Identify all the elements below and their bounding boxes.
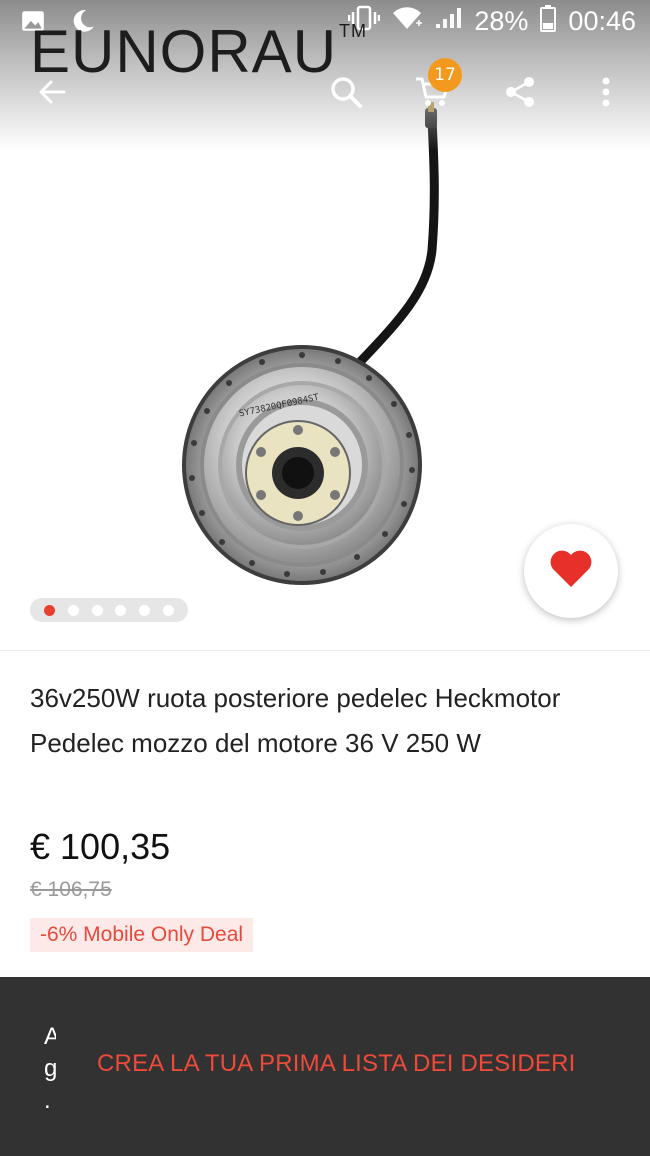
gallery-dot[interactable] [44, 604, 56, 616]
clock: 00:46 [568, 6, 636, 36]
gallery-dot[interactable] [67, 604, 79, 616]
share-button[interactable] [496, 70, 544, 118]
signal-icon [434, 6, 462, 37]
search-button[interactable] [322, 70, 370, 118]
back-button[interactable] [28, 70, 76, 118]
gallery-dot[interactable] [115, 604, 127, 616]
gallery-page-indicator [30, 598, 188, 622]
cart-count-badge: 17 [428, 58, 462, 92]
deal-badge: -6% Mobile Only Deal [30, 918, 254, 952]
heart-icon [549, 549, 593, 593]
brand-logo: EUNORAU TM [30, 22, 366, 82]
share-icon [503, 75, 537, 113]
product-price: € 100,35 [30, 826, 171, 867]
gallery-dot[interactable] [138, 604, 150, 616]
more-options-button[interactable] [582, 70, 630, 118]
create-wishlist-button[interactable]: CREA LA TUA PRIMA LISTA DEI DESIDERI [97, 1050, 575, 1078]
original-price: € 106,75 [30, 878, 112, 901]
product-title: 36v250W ruota posteriore pedelec Heckmot… [30, 683, 561, 758]
add-to-wishlist-button[interactable] [524, 524, 618, 618]
gallery-dot[interactable] [91, 604, 103, 616]
back-arrow-icon [36, 76, 68, 112]
wifi-icon [392, 5, 423, 38]
more-vert-icon [601, 76, 611, 112]
search-icon [329, 75, 363, 113]
gallery-dot[interactable] [162, 604, 174, 616]
snackbar-message: A g . [44, 1023, 56, 1114]
section-divider [0, 650, 650, 651]
battery-percent: 28% [474, 6, 529, 36]
trademark: TM [339, 21, 368, 41]
brand-name: EUNORAU [30, 18, 338, 85]
battery-icon [540, 4, 557, 39]
